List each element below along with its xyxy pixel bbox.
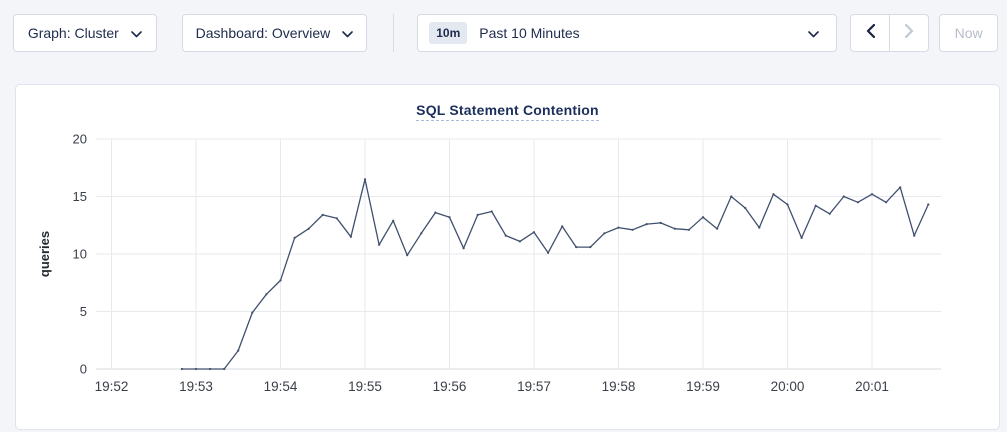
prev-time-button[interactable] (851, 15, 889, 51)
time-range-picker[interactable]: 10m Past 10 Minutes (417, 14, 837, 52)
graph-dropdown[interactable]: Graph: Cluster (13, 14, 157, 52)
svg-text:19:56: 19:56 (433, 379, 467, 394)
chart-title-row: SQL Statement Contention (16, 102, 999, 122)
chart-plot-area[interactable]: 0 5 10 15 20 19:52 19:53 19:54 19:55 19:56 19:57 19… (16, 125, 1001, 425)
toolbar-divider (393, 14, 394, 52)
chevron-down-icon (808, 25, 819, 41)
chevron-down-icon (131, 25, 142, 41)
svg-text:19:53: 19:53 (179, 379, 213, 394)
svg-text:19:54: 19:54 (264, 379, 298, 394)
chevron-left-icon (866, 24, 875, 43)
axis-tick-labels: 0 5 10 15 20 19:52 19:53 19:54 19:55 19:56 19:57 19… (73, 132, 889, 395)
svg-text:20: 20 (73, 132, 87, 147)
time-range-label: Past 10 Minutes (479, 25, 579, 41)
next-time-button[interactable] (889, 15, 928, 51)
svg-text:queries: queries (37, 231, 52, 277)
svg-text:20:00: 20:00 (771, 379, 805, 394)
time-range-badge: 10m (429, 22, 467, 44)
now-button[interactable]: Now (939, 14, 998, 52)
chevron-down-icon (342, 25, 353, 41)
dashboard-dropdown-label: Dashboard: Overview (196, 25, 331, 41)
dashboard-dropdown[interactable]: Dashboard: Overview (182, 14, 368, 52)
chevron-right-icon (905, 24, 914, 43)
graph-dropdown-label: Graph: Cluster (28, 25, 119, 41)
y-axis-label: queries (37, 231, 52, 277)
svg-text:0: 0 (80, 362, 87, 377)
series-line (181, 178, 930, 370)
time-step-button-group (850, 14, 929, 52)
svg-text:19:57: 19:57 (517, 379, 551, 394)
svg-text:19:55: 19:55 (348, 379, 382, 394)
svg-text:15: 15 (73, 189, 87, 204)
svg-text:19:59: 19:59 (686, 379, 720, 394)
toolbar: Graph: Cluster Dashboard: Overview 10m P… (13, 14, 998, 52)
chart-card: SQL Statement Contention 0 5 10 15 20 19:52 19… (15, 84, 1000, 430)
svg-text:10: 10 (73, 247, 87, 262)
gridlines (96, 139, 941, 369)
svg-text:20:01: 20:01 (855, 379, 889, 394)
svg-text:19:52: 19:52 (95, 379, 129, 394)
svg-text:19:58: 19:58 (602, 379, 636, 394)
chart-title[interactable]: SQL Statement Contention (416, 102, 599, 121)
svg-text:5: 5 (80, 304, 87, 319)
